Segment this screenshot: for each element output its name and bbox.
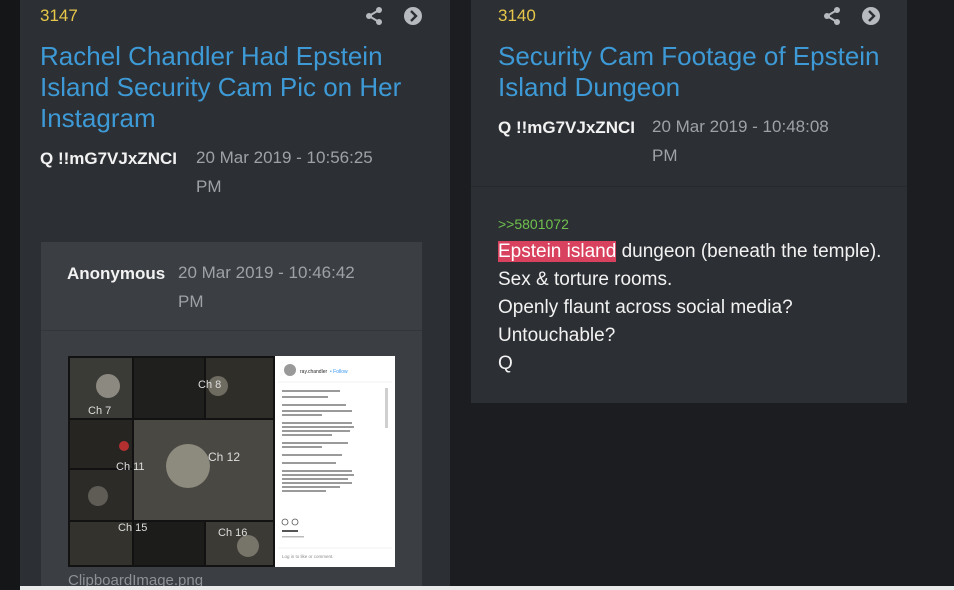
timestamp-line: 20 Mar 2019 - 10:56:25 [196,148,373,167]
cam-label: Ch 11 [116,461,145,473]
search-highlight: Epstein island [498,241,617,262]
post-title[interactable]: Rachel Chandler Had Epstein Island Secur… [40,41,401,134]
timestamp-line: 20 Mar 2019 - 10:46:42 [178,263,355,282]
cam-label: Ch 12 [208,450,240,464]
bottom-strip [20,586,954,590]
author-tripcode: Q !!mG7VJxZNCI [498,118,635,137]
arrow-right-circle-icon[interactable] [861,6,881,26]
reply-link[interactable]: >>5801072 [498,216,569,232]
title-line: Island Security Cam Pic on Her [40,72,402,102]
cam-label: Ch 15 [118,522,147,534]
arrow-right-circle-icon[interactable] [403,6,423,26]
message-text: dungeon (beneath the temple). [616,241,882,262]
insta-username: ray.chandler [300,369,327,375]
post-title[interactable]: Security Cam Footage of Epstein Island D… [498,41,880,103]
title-line: Instagram [40,103,156,133]
title-line: Rachel Chandler Had Epstein [40,41,383,71]
message-line: Epstein island dungeon (beneath the temp… [498,241,881,263]
timestamp-line: PM [178,292,204,311]
timestamp-line: PM [196,177,222,196]
message-signature: Q [498,353,513,374]
insta-follow: • Follow [330,369,348,375]
timestamp-line: PM [652,146,678,165]
message-line: Sex & torture rooms. [498,269,673,290]
cam-label: Ch 7 [88,405,111,417]
cam-label: Ch 16 [218,527,247,539]
share-icon[interactable] [822,6,842,26]
quoted-timestamp: 20 Mar 2019 - 10:46:42 PM [178,258,355,316]
post-number[interactable]: 3140 [498,6,536,26]
quoted-author: Anonymous [67,264,166,283]
post-number[interactable]: 3147 [40,6,78,26]
right-gutter [907,0,954,590]
divider [41,330,422,331]
post-timestamp: 20 Mar 2019 - 10:48:08 PM [652,112,829,170]
post-timestamp: 20 Mar 2019 - 10:56:25 PM [196,143,373,201]
author-tripcode: Q !!mG7VJxZNCI [40,149,177,168]
security-cam-grid: Ch 8 Ch 7 Ch 12 Ch 11 Ch 15 Ch 16 ray.ch… [68,356,395,567]
timestamp-line: 20 Mar 2019 - 10:48:08 [652,117,829,136]
share-icon[interactable] [364,6,384,26]
message-line: Openly flaunt across social media? [498,297,793,318]
title-line: Security Cam Footage of Epstein [498,41,880,71]
cam-label: Ch 8 [198,379,221,391]
insta-login-prompt: Log in to like or comment. [282,554,334,559]
message-line: Untouchable? [498,325,616,346]
left-gutter [0,0,20,590]
attachment-image[interactable]: Ch 8 Ch 7 Ch 12 Ch 11 Ch 15 Ch 16 ray.ch… [68,356,395,567]
title-line: Island Dungeon [498,72,681,102]
divider [471,186,907,187]
